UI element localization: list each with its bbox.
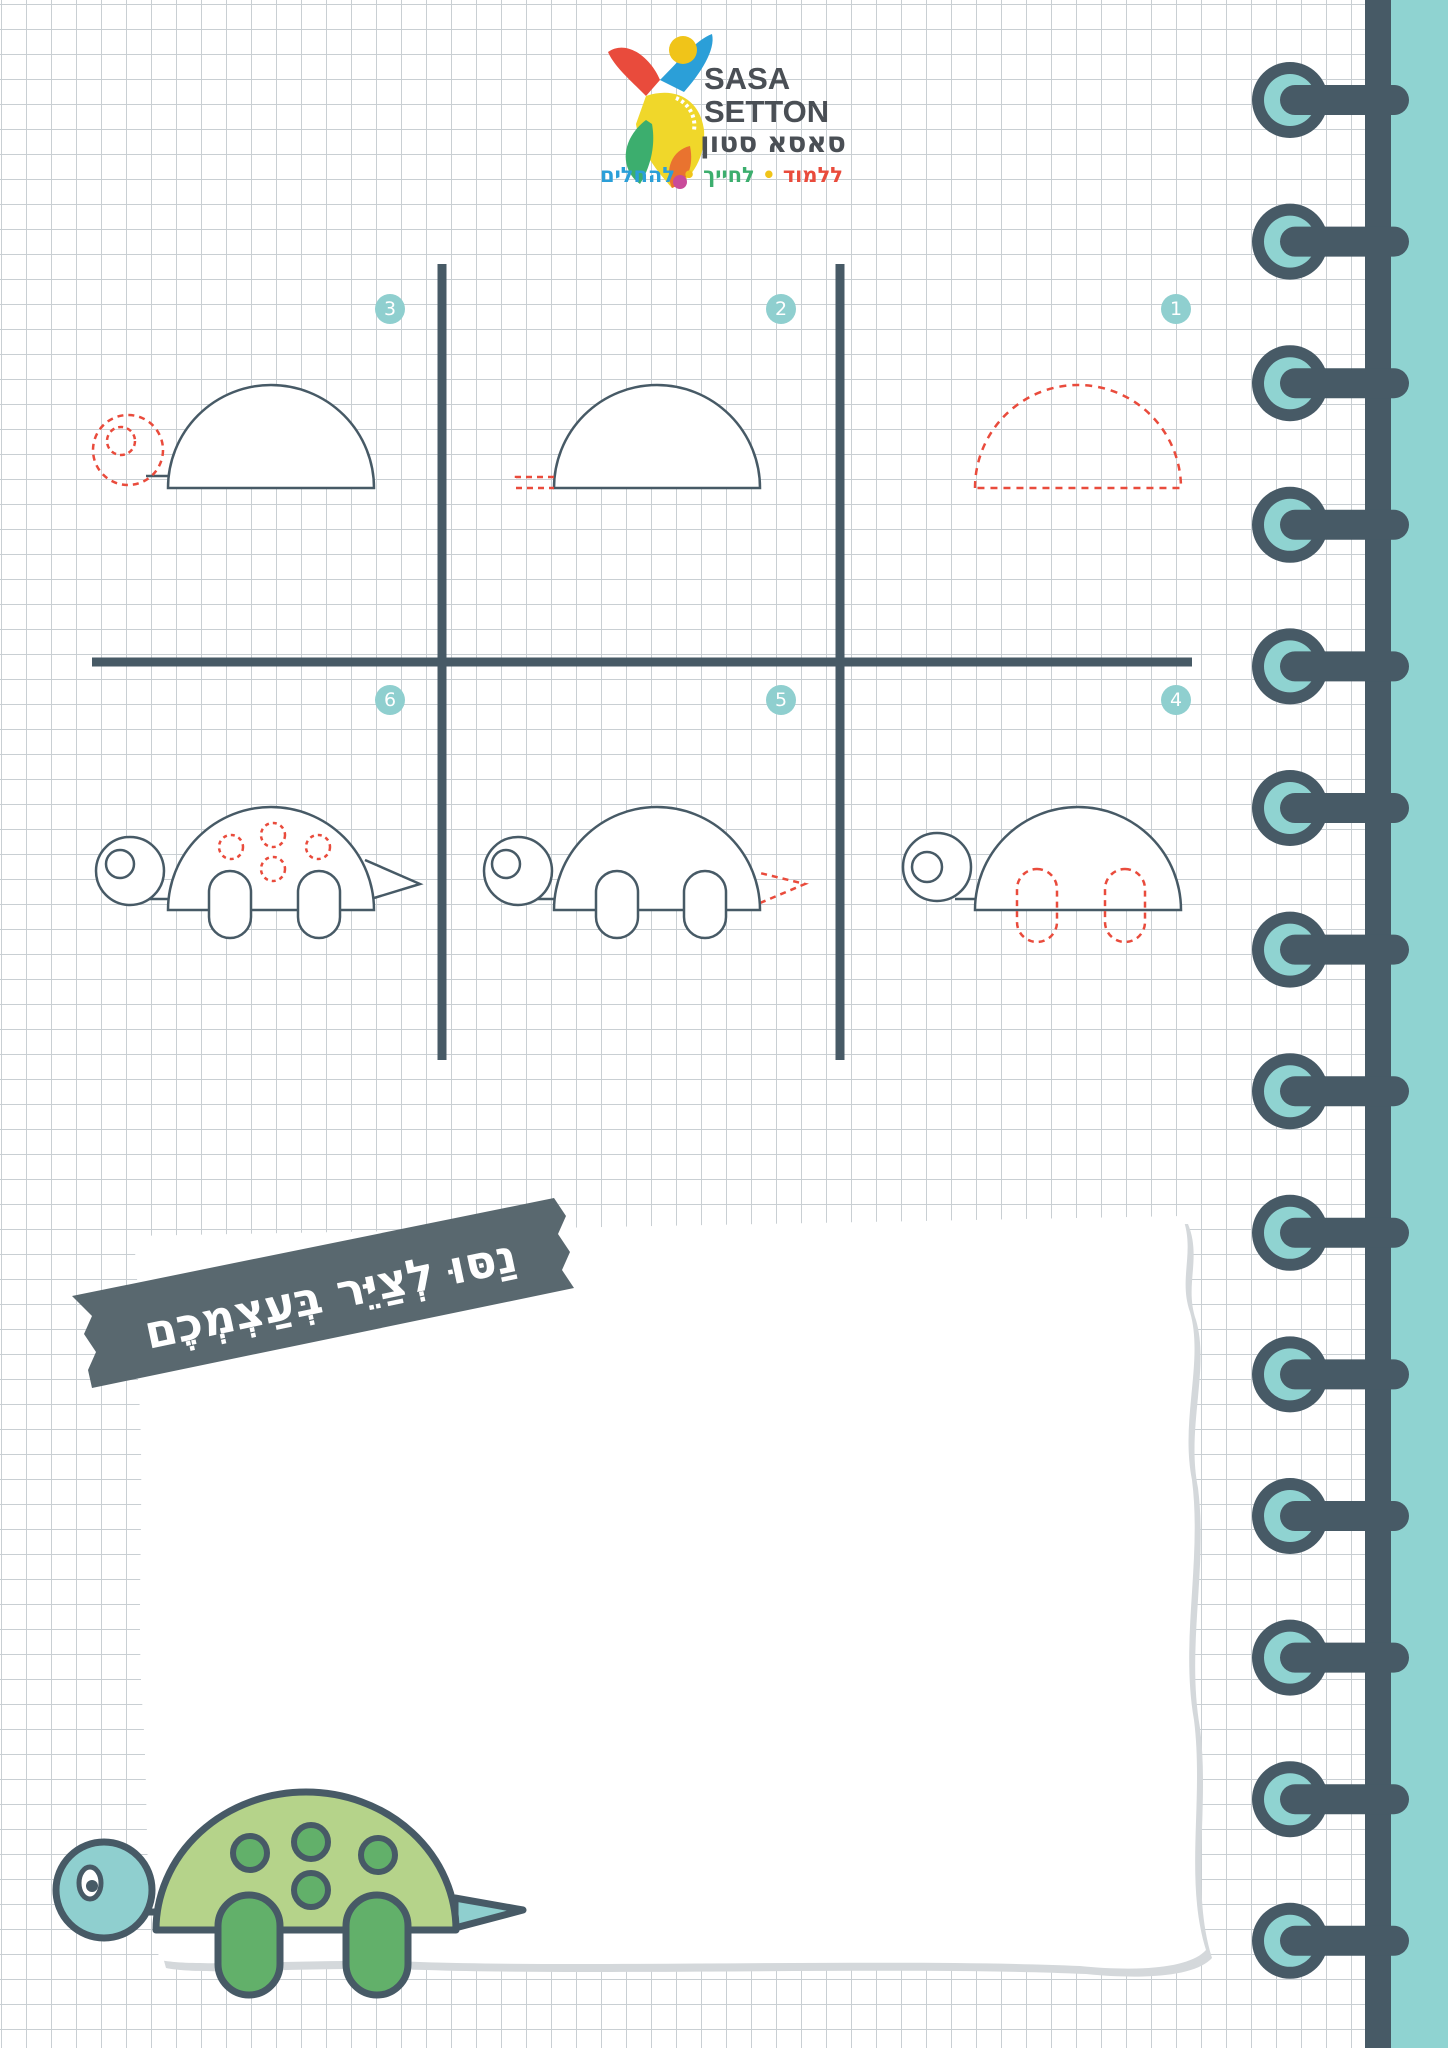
spiral-binding [1252, 0, 1448, 2048]
tagline-word-heal: להחלים [599, 163, 676, 187]
tagline-dot-icon: • [682, 163, 696, 187]
brand-line-1: SASA [704, 61, 791, 96]
step-badge-4: 4 [1161, 685, 1191, 715]
step-badge-1: 1 [1161, 294, 1191, 324]
brand-name-he: סאסא סטון [700, 126, 846, 159]
panel-dividers [92, 264, 1192, 1060]
panel-4-drawing [901, 805, 1183, 944]
panel-5-drawing [482, 805, 809, 940]
step-badge-5: 5 [766, 685, 796, 715]
tagline-word-learn: ללמוד [782, 163, 843, 187]
panel-6-drawing [94, 805, 424, 940]
brand-line-2: SETTON [704, 94, 830, 129]
worksheet-art [52, 0, 1448, 2048]
tagline-word-smile: לחייך [703, 163, 755, 187]
step-badge-6: 6 [375, 685, 405, 715]
panel-3-drawing [91, 383, 376, 490]
panel-2-drawing [514, 383, 762, 490]
panel-1-drawing [973, 383, 1183, 490]
brand-tagline: ללמוד • לחייך • להחלים [600, 163, 843, 187]
step-badge-3: 3 [375, 294, 405, 324]
brand-name-en: SASA SETTON [704, 62, 829, 128]
worksheet-page: SASA SETTON סאסא סטון ללמוד • לחייך • לה… [0, 0, 1448, 2048]
step-badge-2: 2 [766, 294, 796, 324]
tagline-dot-icon: • [762, 163, 776, 187]
